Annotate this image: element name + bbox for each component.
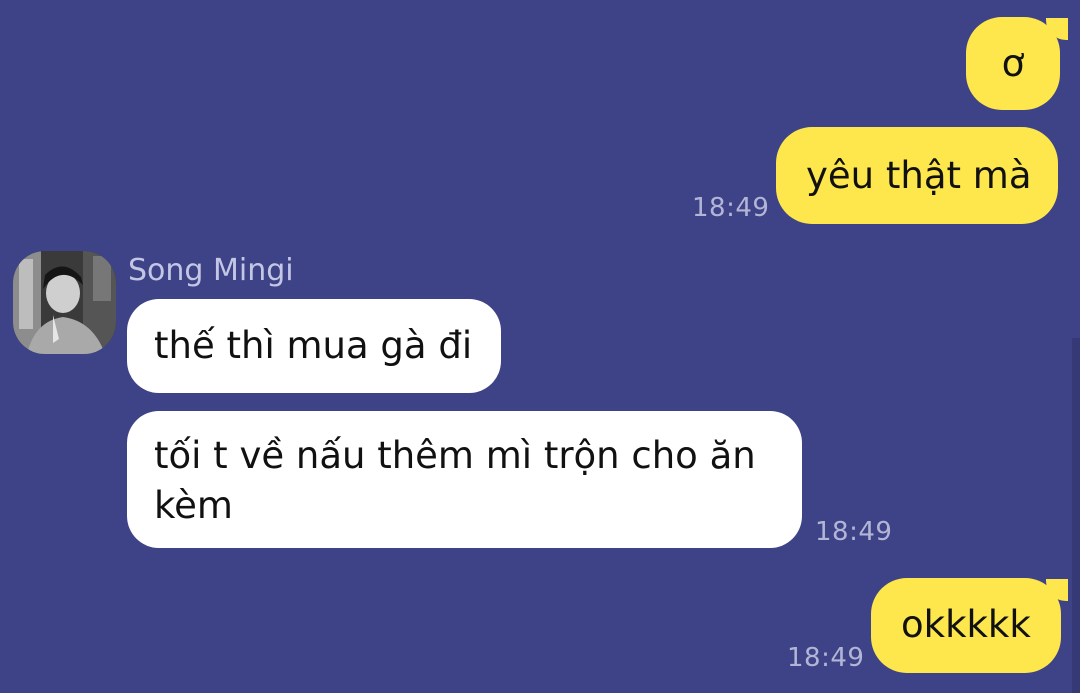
message-text: ơ <box>1001 42 1025 85</box>
message-timestamp: 18:49 <box>692 193 770 223</box>
chat-area: ơ yêu thật mà 18:49 Song Mingi thế thì m… <box>0 0 1080 693</box>
message-text: thế thì mua gà đi <box>154 324 473 367</box>
outgoing-message-bubble[interactable]: ơ <box>966 17 1060 110</box>
message-text-line: kèm <box>154 484 233 527</box>
scrollbar[interactable] <box>1072 338 1080 693</box>
message-text: yêu thật mà <box>806 154 1032 197</box>
message-timestamp: 18:49 <box>815 517 893 547</box>
incoming-message-bubble[interactable]: thế thì mua gà đi <box>127 299 501 393</box>
sender-name: Song Mingi <box>128 253 294 288</box>
sender-avatar[interactable] <box>13 251 116 354</box>
message-text-line: tối t về nấu thêm mì trộn cho ăn <box>154 434 756 477</box>
outgoing-message-bubble[interactable]: okkkkk <box>871 578 1061 673</box>
incoming-message-bubble[interactable]: tối t về nấu thêm mì trộn cho ăn kèm <box>127 411 802 548</box>
outgoing-message-bubble[interactable]: yêu thật mà <box>776 127 1058 224</box>
user-avatar-photo-icon <box>13 251 116 354</box>
message-timestamp: 18:49 <box>787 643 865 673</box>
message-text: okkkkk <box>901 603 1031 646</box>
